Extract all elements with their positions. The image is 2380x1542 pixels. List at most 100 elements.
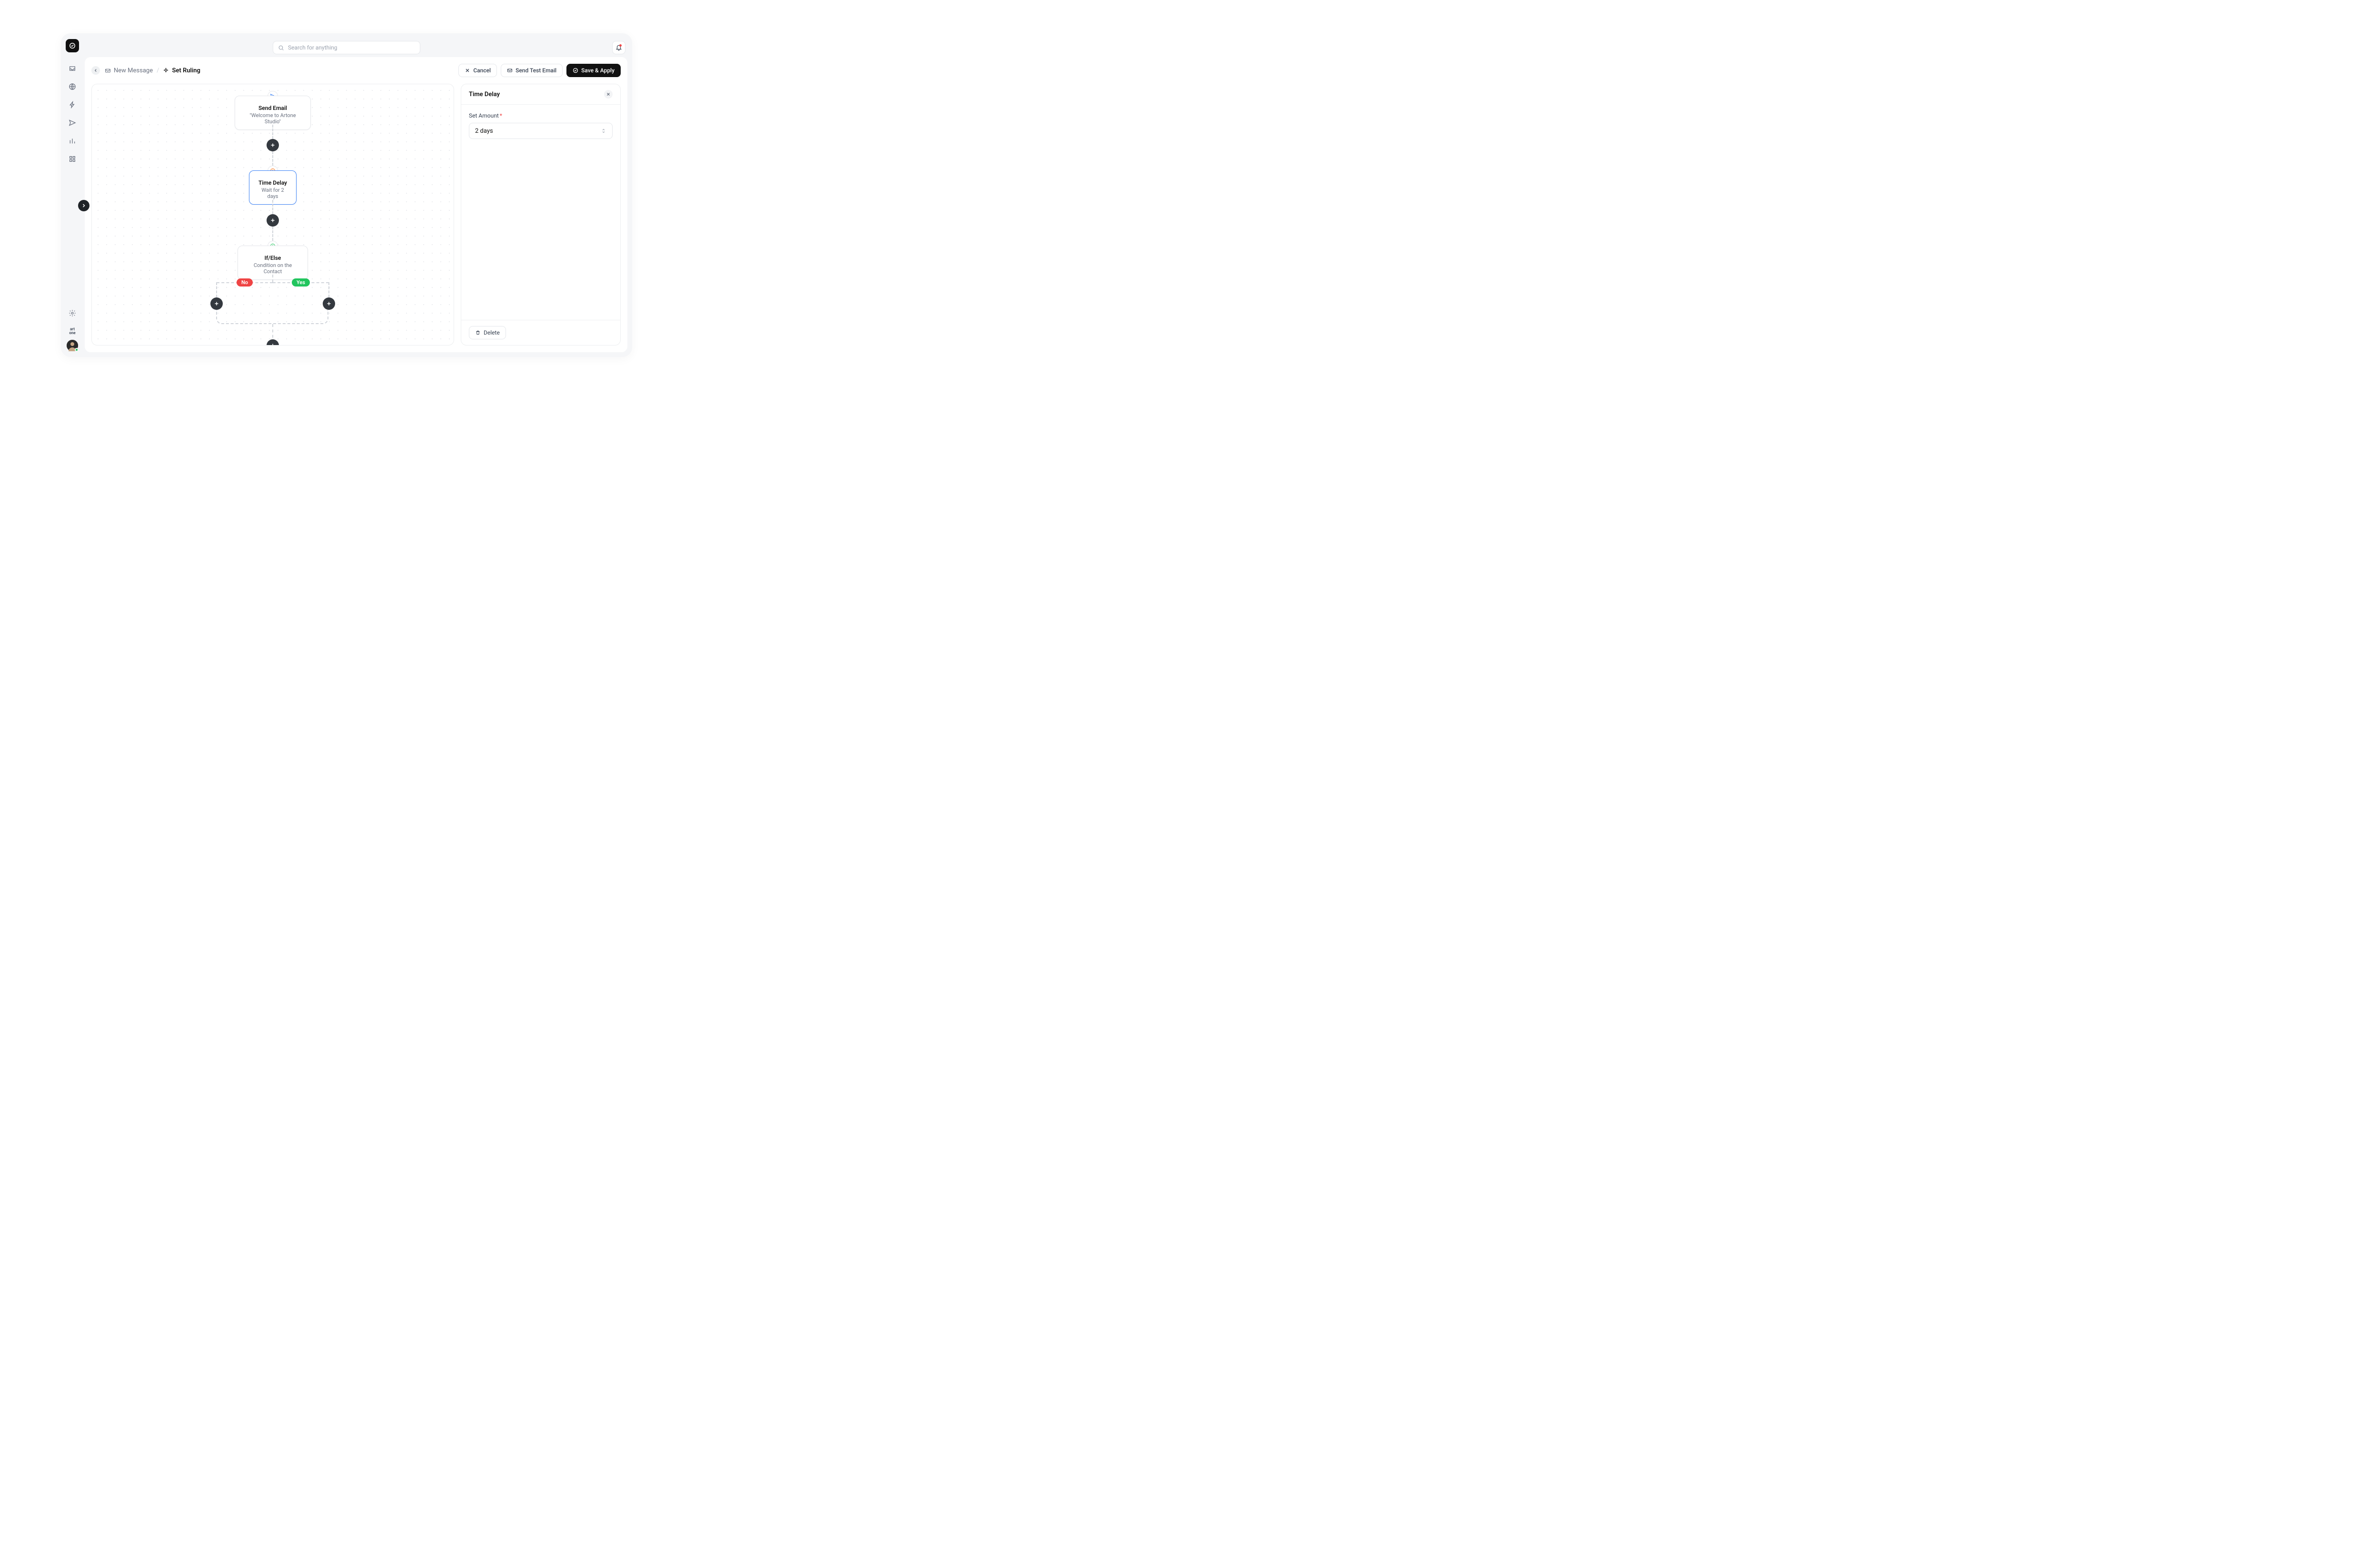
flow-node-time-delay[interactable]: Time Delay Wait for 2 days xyxy=(249,166,297,205)
header-actions: Cancel Send Test Email Save & Apply xyxy=(458,64,621,77)
breadcrumb: New Message / Set Ruling xyxy=(105,67,200,74)
check-circle-icon xyxy=(573,68,578,73)
field-label-text: Set Amount xyxy=(469,112,499,119)
amount-value: 2 days xyxy=(475,128,493,135)
plus-icon xyxy=(214,301,219,306)
add-branch-yes-button[interactable] xyxy=(323,297,335,310)
save-apply-button[interactable]: Save & Apply xyxy=(566,64,621,77)
breadcrumb-current: Set Ruling xyxy=(163,67,200,74)
plus-icon xyxy=(270,343,276,346)
sidebar-bottom: art one xyxy=(61,305,84,351)
trash-icon xyxy=(475,330,481,336)
branch-no-pill: No xyxy=(237,278,253,287)
breadcrumb-prev-label: New Message xyxy=(114,67,153,74)
content-body: Send Email "Welcome to Artone Studio" xyxy=(85,84,627,352)
app-frame: art one Search for anything xyxy=(61,33,632,357)
search-input[interactable]: Search for anything xyxy=(273,41,420,54)
connector-line xyxy=(272,275,273,282)
chevron-updown-icon xyxy=(601,128,606,134)
amount-select[interactable]: 2 days xyxy=(469,123,613,139)
node-title: Send Email xyxy=(243,105,303,111)
close-panel-button[interactable] xyxy=(604,90,613,99)
notification-badge xyxy=(619,44,622,47)
search-icon xyxy=(278,45,284,51)
bolt-icon xyxy=(69,101,76,109)
gear-icon xyxy=(69,309,76,317)
nav-globe[interactable] xyxy=(64,78,81,95)
required-indicator: * xyxy=(500,112,502,119)
sidebar-expand-button[interactable] xyxy=(78,200,89,211)
breadcrumb-separator: / xyxy=(157,67,159,74)
plus-icon xyxy=(270,142,276,148)
presence-dot xyxy=(75,348,79,352)
node-subtitle: "Welcome to Artone Studio" xyxy=(243,112,303,125)
back-button[interactable] xyxy=(91,66,100,75)
app-logo[interactable] xyxy=(66,39,79,52)
mail-icon xyxy=(507,68,513,73)
sidebar: art one xyxy=(61,33,84,357)
content-card: New Message / Set Ruling xyxy=(85,57,627,352)
sparkle-icon xyxy=(163,68,169,74)
globe-icon xyxy=(69,83,76,90)
connector-line xyxy=(272,227,273,241)
nav-send[interactable] xyxy=(64,114,81,131)
breadcrumb-prev[interactable]: New Message xyxy=(105,67,153,74)
plus-icon xyxy=(326,301,332,306)
connector-line xyxy=(272,125,273,139)
x-icon xyxy=(465,68,470,73)
flow-node-if-else[interactable]: If/Else Condition on the Contact xyxy=(238,241,308,280)
add-branch-no-button[interactable] xyxy=(210,297,223,310)
send-test-button[interactable]: Send Test Email xyxy=(501,64,563,77)
plus-icon xyxy=(270,217,276,223)
panel-body: Set Amount * 2 days xyxy=(461,105,620,320)
content-header: New Message / Set Ruling xyxy=(85,57,627,84)
node-title: Time Delay xyxy=(257,179,288,186)
connector-line xyxy=(272,151,273,166)
panel-footer: Delete xyxy=(461,320,620,345)
breadcrumb-current-label: Set Ruling xyxy=(172,67,200,74)
connector-line xyxy=(328,282,329,297)
top-bar: Search for anything xyxy=(85,38,627,57)
cancel-label: Cancel xyxy=(473,67,491,74)
field-label: Set Amount * xyxy=(469,112,613,119)
nav-settings[interactable] xyxy=(64,305,81,322)
delete-label: Delete xyxy=(484,329,500,336)
add-step-button[interactable] xyxy=(267,339,279,346)
nav-analytics[interactable] xyxy=(64,132,81,149)
node-subtitle: Wait for 2 days xyxy=(257,187,288,199)
send-icon xyxy=(69,119,76,127)
main-area: Search for anything xyxy=(84,33,632,357)
nav-bolt[interactable] xyxy=(64,96,81,113)
add-step-button[interactable] xyxy=(267,214,279,227)
send-test-label: Send Test Email xyxy=(516,67,556,74)
connector-line xyxy=(216,282,217,297)
delete-button[interactable]: Delete xyxy=(469,326,506,339)
flow-canvas[interactable]: Send Email "Welcome to Artone Studio" xyxy=(91,84,454,346)
workspace-line2: one xyxy=(69,331,75,335)
search-placeholder: Search for anything xyxy=(288,44,337,51)
inbox-icon xyxy=(69,65,76,72)
chevron-left-icon xyxy=(93,68,98,73)
chevron-right-icon xyxy=(81,203,87,208)
save-label: Save & Apply xyxy=(581,67,615,74)
workspace-badge[interactable]: art one xyxy=(69,327,75,335)
panel-header: Time Delay xyxy=(461,84,620,105)
x-icon xyxy=(606,92,611,97)
flow-node-send-email[interactable]: Send Email "Welcome to Artone Studio" xyxy=(235,91,311,130)
nav-inbox[interactable] xyxy=(64,60,81,77)
properties-panel: Time Delay Set Amount * xyxy=(461,84,621,346)
node-subtitle: Condition on the Contact xyxy=(246,262,300,275)
notifications-button[interactable] xyxy=(612,41,625,54)
connector-line xyxy=(272,200,273,214)
branch-merge-box xyxy=(216,310,328,324)
panel-title: Time Delay xyxy=(469,91,500,98)
add-step-button[interactable] xyxy=(267,139,279,151)
check-circle-icon xyxy=(69,42,76,49)
node-title: If/Else xyxy=(246,255,300,261)
nav-apps[interactable] xyxy=(64,150,81,168)
branch-yes-pill: Yes xyxy=(292,278,310,287)
chart-icon xyxy=(69,137,76,145)
grid-icon xyxy=(69,155,76,163)
user-avatar[interactable] xyxy=(67,340,78,351)
cancel-button[interactable]: Cancel xyxy=(458,64,497,77)
